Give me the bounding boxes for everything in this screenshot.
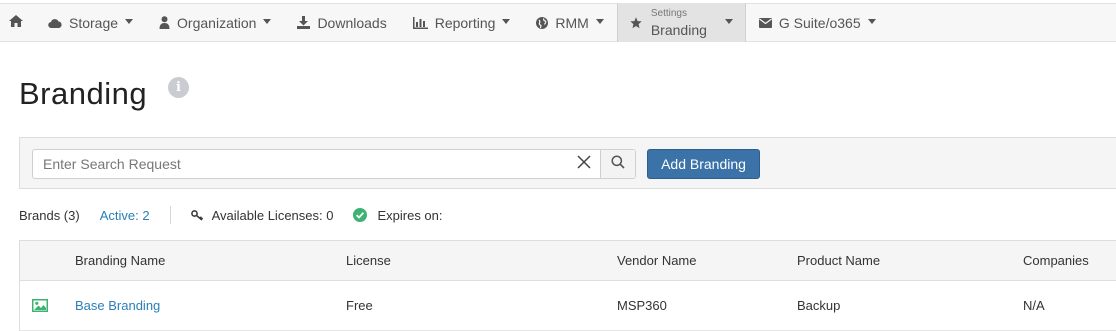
page-title: Branding <box>19 76 148 111</box>
chevron-down-icon <box>502 19 511 24</box>
home-icon <box>8 14 24 31</box>
active-filter-link[interactable]: Active: 2 <box>100 208 150 223</box>
expires-on-label: Expires on: <box>377 207 443 223</box>
add-branding-button[interactable]: Add Branding <box>647 149 760 179</box>
key-icon <box>190 209 204 221</box>
nav-settings-small-label: Settings <box>650 7 687 19</box>
nav-gsuite[interactable]: G Suite/o365 <box>746 4 889 41</box>
chevron-down-icon <box>595 19 604 24</box>
nav-downloads[interactable]: Downloads <box>284 4 399 41</box>
license-cell: Free <box>346 298 373 313</box>
search-icon <box>611 154 625 174</box>
user-icon <box>159 16 170 29</box>
nav-storage-label: Storage <box>69 14 119 31</box>
stats-bar: Brands (3) Active: 2 Available Licenses:… <box>19 205 443 225</box>
star-icon <box>630 16 642 29</box>
search-group <box>32 149 636 179</box>
nav-organization-label: Organization <box>177 14 257 31</box>
toolbar: Add Branding <box>19 137 1116 189</box>
info-icon[interactable]: i <box>168 77 189 98</box>
bar-chart-icon <box>412 16 428 29</box>
chevron-down-icon <box>263 19 272 24</box>
table-header: Branding Name License Vendor Name Produc… <box>20 241 1116 281</box>
nav-organization[interactable]: Organization <box>146 4 284 41</box>
clear-search-button[interactable] <box>568 150 600 178</box>
image-icon <box>32 281 48 330</box>
column-header-product-name[interactable]: Product Name <box>797 241 880 280</box>
home-button[interactable] <box>0 4 35 41</box>
globe-icon <box>536 16 549 29</box>
nav-reporting-label: Reporting <box>434 14 496 31</box>
nav-rmm-label: RMM <box>555 14 589 31</box>
table-row: Base Branding Free MSP360 Backup N/A <box>20 281 1116 331</box>
nav-rmm[interactable]: RMM <box>523 4 616 41</box>
nav-storage[interactable]: Storage <box>35 4 146 41</box>
check-circle-icon <box>353 208 368 222</box>
chevron-down-icon <box>125 19 134 24</box>
column-header-branding-name[interactable]: Branding Name <box>75 241 165 280</box>
column-header-license[interactable]: License <box>346 241 391 280</box>
brands-count: Brands (3) <box>19 207 80 223</box>
close-icon <box>577 154 591 174</box>
nav-settings-stack: Settings Branding <box>650 7 707 38</box>
chevron-down-icon <box>867 19 876 24</box>
chevron-down-icon <box>724 19 733 24</box>
top-navbar: Storage Organization Downloads Reporting… <box>0 3 1116 42</box>
envelope-icon <box>758 17 772 28</box>
nav-branding-label: Branding <box>650 21 707 38</box>
branding-name-link[interactable]: Base Branding <box>75 281 160 330</box>
product-name-cell: Backup <box>797 298 841 313</box>
column-header-vendor-name[interactable]: Vendor Name <box>617 241 697 280</box>
vendor-name-cell: MSP360 <box>617 298 667 313</box>
column-header-companies[interactable]: Companies <box>1023 241 1089 280</box>
nav-gsuite-label: G Suite/o365 <box>778 14 861 31</box>
nav-settings-branding[interactable]: Settings Branding <box>616 3 746 42</box>
nav-downloads-label: Downloads <box>317 14 387 31</box>
available-licenses: Available Licenses: 0 <box>211 207 334 223</box>
search-input[interactable] <box>33 150 568 178</box>
branding-table: Branding Name License Vendor Name Produc… <box>19 240 1116 331</box>
companies-cell: N/A <box>1023 298 1045 313</box>
stats-divider <box>169 206 171 224</box>
cloud-icon <box>48 18 62 28</box>
nav-reporting[interactable]: Reporting <box>400 4 524 41</box>
search-button[interactable] <box>600 150 635 178</box>
download-icon <box>297 16 311 29</box>
